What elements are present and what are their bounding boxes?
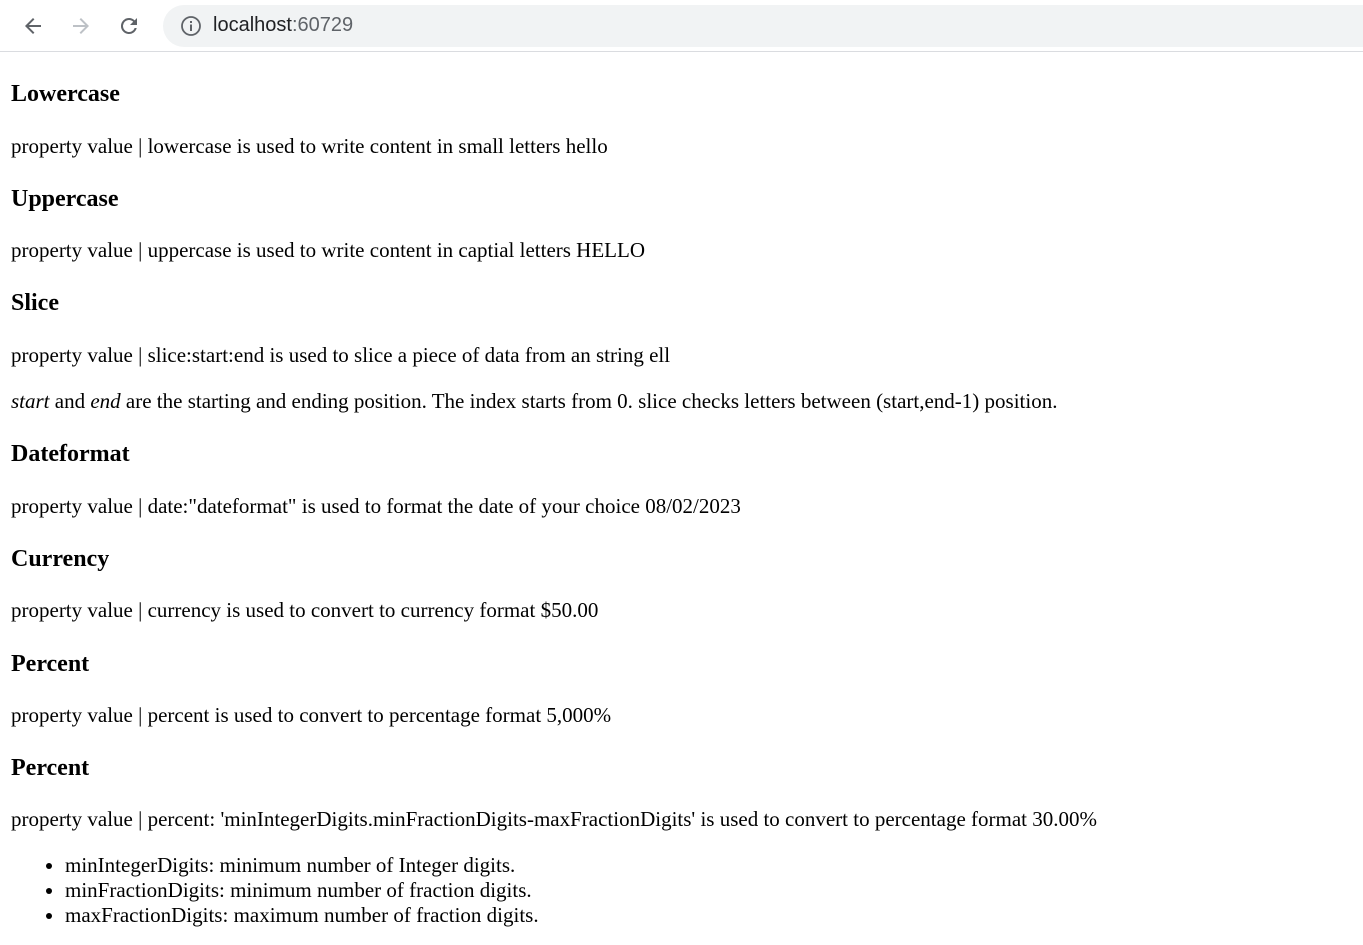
url-port: :60729 (291, 14, 354, 36)
reload-button[interactable] (105, 2, 153, 50)
currency-text: property value | currency is used to con… (11, 598, 599, 622)
heading-percent-digits: Percent (11, 755, 90, 781)
heading-lowercase: Lowercase (11, 81, 120, 107)
slice-text: property value | slice:start:end is used… (11, 343, 671, 367)
url-host: localhost (213, 14, 292, 36)
info-icon[interactable] (179, 14, 203, 38)
slice-note-rest: are the starting and ending position. Th… (120, 389, 1058, 413)
heading-dateformat: Dateformat (11, 441, 130, 467)
heading-slice: Slice (11, 290, 59, 316)
forward-button[interactable] (57, 2, 105, 50)
list-item: minFractionDigits: minimum number of fra… (65, 878, 539, 903)
dateformat-text: property value | date:"dateformat" is us… (11, 494, 741, 518)
slice-note: start and end are the starting and endin… (11, 388, 1057, 414)
address-bar[interactable]: localhost:60729 (163, 4, 1363, 47)
browser-toolbar: localhost:60729 (0, 0, 1363, 52)
list-item: minIntegerDigits: minimum number of Inte… (65, 853, 539, 878)
heading-percent: Percent (11, 651, 90, 677)
percent-text: property value | percent is used to conv… (11, 703, 612, 727)
heading-uppercase: Uppercase (11, 186, 119, 212)
heading-currency: Currency (11, 546, 110, 572)
lowercase-text: property value | lowercase is used to wr… (11, 134, 608, 158)
arrow-left-icon (25, 17, 41, 34)
slice-note-end: end (90, 389, 121, 413)
slice-note-start: start (11, 389, 50, 413)
back-button[interactable] (9, 2, 57, 50)
list-item: maxFractionDigits: maximum number of fra… (65, 903, 539, 928)
arrow-right-icon (73, 17, 89, 34)
reload-icon (120, 17, 137, 34)
slice-note-and: and (49, 389, 91, 413)
percent-digits-list: minIntegerDigits: minimum number of Inte… (11, 853, 539, 928)
uppercase-text: property value | uppercase is used to wr… (11, 238, 645, 262)
percent-digits-text: property value | percent: 'minIntegerDig… (11, 807, 1097, 831)
